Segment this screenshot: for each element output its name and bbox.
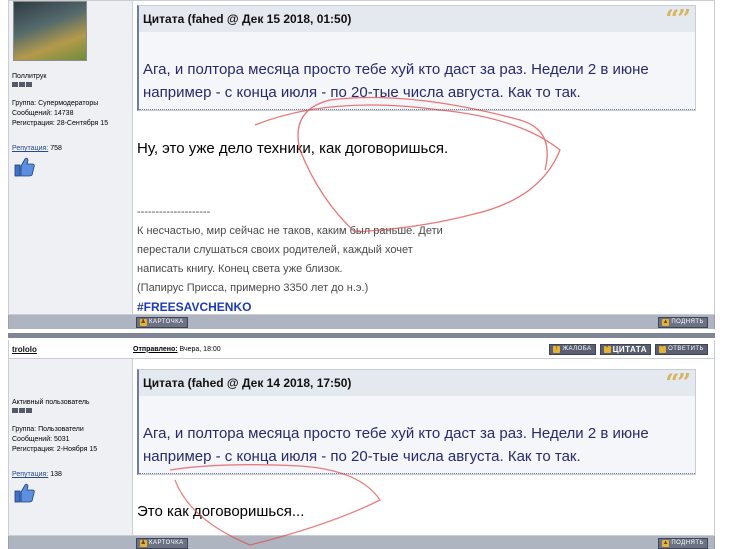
reply-text: Это как договоришься...	[137, 503, 305, 520]
arrow-up-icon: ▲	[662, 539, 670, 547]
scroll-up-button[interactable]: ▲ ПОДНЯТЬ	[658, 537, 708, 549]
up-label: ПОДНЯТЬ	[671, 540, 704, 546]
reply-icon: ”	[659, 345, 667, 353]
quote-title: Цитата (fahed @ Дек 14 2018, 17:50)	[143, 376, 352, 390]
reputation-link[interactable]: Репутация:	[12, 471, 48, 478]
reputation-value: 758	[50, 145, 62, 152]
posted-value: Вчера, 18:00	[179, 345, 221, 353]
reputation-value: 138	[50, 471, 62, 478]
post-divider	[8, 333, 715, 338]
avatar[interactable]	[13, 1, 87, 61]
user-messages: Сообщений: 14738	[12, 110, 74, 117]
user-sidebar: Активный пользователь Группа: Пользовате…	[9, 359, 133, 535]
signature-line: К несчастью, мир сейчас не таков, каким …	[137, 225, 443, 237]
rank-pips	[12, 408, 130, 413]
reputation: Репутация: 758	[12, 145, 130, 152]
signature-line: написать книгу. Конец света уже близок.	[137, 263, 343, 275]
quote-title: Цитата (fahed @ Дек 15 2018, 01:50)	[143, 12, 352, 26]
signature: -------------------- К несчастью, мир се…	[137, 203, 714, 317]
quote-header: Цитата (fahed @ Дек 14 2018, 17:50) “”	[139, 370, 695, 396]
signature-rule: --------------------	[137, 206, 211, 218]
reply-text: Ну, это уже дело техники, как договоришь…	[137, 140, 449, 157]
posted-label: Отправлено:	[133, 345, 178, 353]
post-content: Цитата (fahed @ Дек 15 2018, 01:50) “” А…	[133, 1, 714, 314]
user-rank: Активный пользователь	[12, 399, 90, 406]
profile-card-button[interactable]: ♟ КАРТОЧКА	[136, 316, 188, 328]
rank-pips	[12, 82, 130, 87]
signature-line: перестали слушаться своих родителей, каж…	[137, 244, 413, 256]
post-content: Цитата (fahed @ Дек 14 2018, 17:50) “” А…	[133, 359, 714, 535]
post-footer: ♟ КАРТОЧКА ▲ ПОДНЯТЬ	[8, 315, 715, 329]
reputation: Репутация: 138	[12, 471, 130, 478]
user-group: Группа: Пользователи	[12, 426, 84, 433]
quote-marks-icon: “”	[665, 4, 691, 33]
card-label: КАРТОЧКА	[149, 540, 184, 546]
user-rank: Поллитрук	[12, 73, 47, 80]
post-2: trololo Отправлено: Вчера, 18:00 ! ЖАЛОБА…	[8, 340, 715, 549]
thumbs-up-icon[interactable]	[14, 156, 36, 178]
quote-marks-icon: “”	[665, 368, 691, 397]
complaint-button[interactable]: ! ЖАЛОБА	[549, 343, 596, 355]
username-link[interactable]: trololo	[9, 345, 133, 354]
user-sidebar: Поллитрук Группа: Супермодераторы Сообще…	[9, 1, 133, 314]
card-label: КАРТОЧКА	[149, 319, 184, 325]
user-icon: ♟	[140, 539, 147, 547]
reply-label: ОТВЕТИТЬ	[668, 346, 704, 352]
signature-line: (Папирус Присса, примерно 3350 лет до н.…	[137, 282, 369, 294]
user-icon: ♟	[140, 318, 147, 326]
post-header: trololo Отправлено: Вчера, 18:00 ! ЖАЛОБА…	[8, 340, 715, 358]
quote-text: Ага, и полтора месяца просто тебе хуй кт…	[139, 32, 695, 110]
user-registered: Регистрация: 2-Ноября 15	[12, 446, 98, 453]
quote-block: Цитата (fahed @ Дек 15 2018, 01:50) “” А…	[137, 5, 696, 111]
arrow-up-icon: ▲	[662, 318, 670, 326]
quote-button[interactable]: ” ЦИТАТА	[599, 343, 652, 355]
post-footer: ♟ КАРТОЧКА ▲ ПОДНЯТЬ	[8, 536, 715, 549]
user-group: Группа: Супермодераторы	[12, 100, 99, 107]
quote-block: Цитата (fahed @ Дек 14 2018, 17:50) “” А…	[137, 369, 696, 475]
quote-label: ЦИТАТА	[612, 344, 648, 354]
profile-card-button[interactable]: ♟ КАРТОЧКА	[136, 537, 188, 549]
thumbs-up-icon[interactable]	[14, 482, 36, 504]
quote-text: Ага, и полтора месяца просто тебе хуй кт…	[139, 396, 695, 474]
post-date: Отправлено: Вчера, 18:00	[133, 346, 549, 353]
post-actions: ! ЖАЛОБА ” ЦИТАТА ” ОТВЕТИТЬ	[549, 343, 714, 355]
scroll-up-button[interactable]: ▲ ПОДНЯТЬ	[658, 316, 708, 328]
post-1: Поллитрук Группа: Супермодераторы Сообще…	[8, 0, 715, 329]
warning-icon: !	[553, 345, 561, 353]
user-registered: Регистрация: 28-Сентября 15	[12, 120, 109, 127]
signature-hashtag[interactable]: #FREESAVCHENKO	[137, 298, 714, 317]
reply-button[interactable]: ” ОТВЕТИТЬ	[655, 343, 708, 355]
complaint-label: ЖАЛОБА	[562, 346, 592, 352]
quote-icon: ”	[603, 345, 611, 353]
user-messages: Сообщений: 5031	[12, 436, 70, 443]
reputation-link[interactable]: Репутация:	[12, 145, 48, 152]
quote-header: Цитата (fahed @ Дек 15 2018, 01:50) “”	[139, 6, 695, 32]
up-label: ПОДНЯТЬ	[671, 319, 704, 325]
